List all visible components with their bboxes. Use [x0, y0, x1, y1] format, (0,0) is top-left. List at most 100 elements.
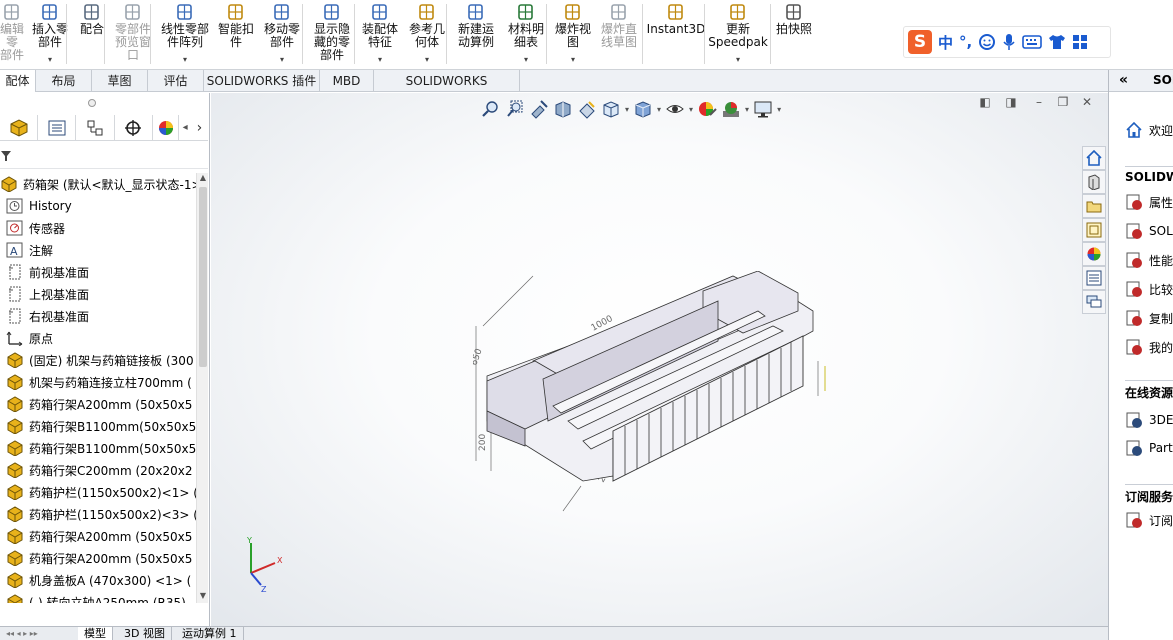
feature-tree-tab[interactable]	[0, 115, 39, 141]
zoom-to-fit-icon[interactable]	[481, 99, 501, 119]
smart-fasteners-button[interactable]: 智能扣 件	[214, 0, 258, 68]
previous-view-icon[interactable]	[529, 99, 549, 119]
assembly-features-button[interactable]: 装配体 特征 ▾	[358, 0, 402, 68]
tree-item[interactable]: History	[0, 195, 196, 217]
tree-item[interactable]: 机架与药箱连接立柱700mm (	[0, 371, 196, 393]
tab-layout[interactable]: 布局	[36, 70, 92, 92]
tree-item[interactable]: 药箱行架B1100mm(50x50x5)	[0, 437, 196, 459]
minimize-icon[interactable]: –	[1029, 93, 1049, 111]
microphone-icon[interactable]	[1002, 33, 1016, 51]
tab-motion-study[interactable]: 运动算例 1	[176, 627, 244, 640]
task-pane-link[interactable]: 复制	[1125, 308, 1173, 328]
task-pane-link[interactable]: 我的	[1125, 337, 1173, 357]
show-hidden-components-button[interactable]: 显示隐 藏的零 部件	[308, 0, 356, 68]
skin-shirt-icon[interactable]	[1048, 34, 1066, 50]
tree-item[interactable]: A 注解	[0, 239, 196, 261]
scroll-down-arrow[interactable]: ▼	[198, 591, 208, 603]
hide-show-items-icon[interactable]	[665, 99, 685, 119]
tree-item[interactable]: 药箱护栏(1150x500x2)<1> (	[0, 481, 196, 503]
reference-geometry-button[interactable]: 参考几 何体 ▾	[404, 0, 450, 68]
tab-mbd[interactable]: MBD	[320, 70, 374, 92]
filter-funnel-icon[interactable]	[0, 150, 12, 162]
tile-right-icon[interactable]: ◨	[1001, 93, 1021, 111]
take-snapshot-button[interactable]: 拍快照	[773, 0, 815, 68]
ime-punctuation[interactable]: °,	[959, 33, 972, 51]
tree-item[interactable]: (固定) 机架与药箱链接板 (300	[0, 349, 196, 371]
dimxpert-manager-tab[interactable]	[115, 115, 153, 141]
linear-component-pattern-button[interactable]: 线性零部 件阵列 ▾	[157, 0, 213, 68]
instant3d-button[interactable]: Instant3D	[646, 0, 706, 68]
hide-show-dropdown-icon[interactable]: ▾	[689, 105, 693, 114]
scene-dropdown-icon[interactable]: ▾	[745, 105, 749, 114]
close-icon[interactable]: ✕	[1077, 93, 1097, 111]
tree-item[interactable]: 前视基准面	[0, 261, 196, 283]
tree-vertical-scrollbar[interactable]: ▲ ▼	[196, 173, 208, 603]
linear-component-pattern-dropdown-icon[interactable]: ▾	[183, 55, 187, 64]
panel-scroll-right-button[interactable]: ›	[191, 115, 208, 141]
tab-model[interactable]: 模型	[78, 627, 113, 640]
tree-item[interactable]: 右视基准面	[0, 305, 196, 327]
keyboard-icon[interactable]	[1022, 34, 1043, 50]
task-pane-link[interactable]: 3DEX	[1125, 410, 1173, 430]
tab-evaluate[interactable]: 评估	[148, 70, 204, 92]
display-style-icon[interactable]	[633, 99, 653, 119]
bill-of-materials-dropdown-icon[interactable]: ▾	[524, 55, 528, 64]
tab-solidworks-addins[interactable]: SOLIDWORKS 插件	[204, 70, 320, 92]
new-motion-study-button[interactable]: 新建运 动算例	[452, 0, 500, 68]
task-pane-link[interactable]: 性能	[1125, 250, 1173, 270]
tab-sketch[interactable]: 草图	[92, 70, 148, 92]
appearances-tab[interactable]	[1082, 242, 1106, 266]
scroll-up-arrow[interactable]: ▲	[198, 173, 208, 185]
ime-mode[interactable]: 中	[938, 32, 953, 53]
move-component-button[interactable]: 移动零 部件 ▾	[259, 0, 305, 68]
property-manager-tab[interactable]	[38, 115, 77, 141]
sogou-ime-toolbar[interactable]: S 中 °,	[903, 26, 1111, 58]
file-explorer-tab[interactable]	[1082, 194, 1106, 218]
configuration-manager-tab[interactable]	[76, 115, 115, 141]
tree-item[interactable]: 机身盖板A (470x300) <1> (	[0, 569, 196, 591]
task-pane-link[interactable]: 订阅	[1125, 510, 1173, 530]
tree-root-assembly[interactable]: 药箱架 (默认<默认_显示状态-1>)	[0, 173, 196, 195]
tree-item[interactable]: 原点	[0, 327, 196, 349]
tree-item[interactable]: (-) 转向立轴A250mm (R35)	[0, 591, 196, 603]
view-orientation-dropdown-icon[interactable]: ▾	[625, 105, 629, 114]
task-pane-link[interactable]: SOLI	[1125, 221, 1173, 241]
bill-of-materials-button[interactable]: 材料明 细表 ▾	[503, 0, 549, 68]
panel-scroll-left-button[interactable]: ◂	[179, 115, 190, 141]
tab-solidworks-inspection[interactable]: SOLIDWORKS Inspection	[374, 70, 520, 110]
tab-3d-view[interactable]: 3D 视图	[118, 627, 172, 640]
panel-collapse-handle[interactable]	[88, 99, 96, 107]
scrollbar-thumb[interactable]	[199, 187, 207, 367]
toolbox-grid-icon[interactable]	[1072, 34, 1088, 50]
custom-properties-tab[interactable]	[1082, 266, 1106, 290]
view-palette-tab[interactable]	[1082, 218, 1106, 242]
exploded-view-button[interactable]: 爆炸视 图 ▾	[552, 0, 594, 68]
task-pane-link[interactable]: 比较	[1125, 279, 1173, 299]
display-style-dropdown-icon[interactable]: ▾	[657, 105, 661, 114]
medicine-box-rack-model[interactable]: 1000 650 200 250	[473, 271, 833, 521]
assembly-features-dropdown-icon[interactable]: ▾	[378, 55, 382, 64]
graphics-area[interactable]: ▾ ▾ ▾ ▾ ▾ ◧ ◨ – ❐ ✕ 1000 650 200 Y X Z	[211, 93, 1108, 626]
forum-tab[interactable]	[1082, 290, 1106, 314]
edit-component-button[interactable]: 编辑零 部件	[0, 0, 26, 68]
view-settings-monitor-icon[interactable]	[753, 99, 773, 119]
explode-line-sketch-button[interactable]: 爆炸直 线草图	[597, 0, 641, 68]
welcome-link[interactable]: 欢迎	[1125, 120, 1173, 140]
task-pane-link[interactable]: 属性	[1125, 192, 1173, 212]
move-component-dropdown-icon[interactable]: ▾	[280, 55, 284, 64]
tree-item[interactable]: 传感器	[0, 217, 196, 239]
tab-assembly[interactable]: 配体	[0, 70, 36, 92]
reference-geometry-dropdown-icon[interactable]: ▾	[425, 55, 429, 64]
update-speedpak-button[interactable]: 更新 Speedpak ▾	[708, 0, 768, 68]
view-orientation-icon[interactable]	[601, 99, 621, 119]
zoom-to-area-icon[interactable]	[505, 99, 525, 119]
dynamic-annotation-icon[interactable]	[577, 99, 597, 119]
edit-appearance-icon[interactable]	[697, 99, 717, 119]
display-manager-tab[interactable]	[153, 115, 180, 141]
view-settings-dropdown-icon[interactable]: ▾	[777, 105, 781, 114]
task-pane-collapse-button[interactable]: «	[1119, 72, 1128, 88]
emoji-icon[interactable]	[978, 33, 996, 51]
tree-item[interactable]: 药箱护栏(1150x500x2)<3> (	[0, 503, 196, 525]
restore-icon[interactable]: ❐	[1053, 93, 1073, 111]
tree-item[interactable]: 药箱行架B1100mm(50x50x5)	[0, 415, 196, 437]
